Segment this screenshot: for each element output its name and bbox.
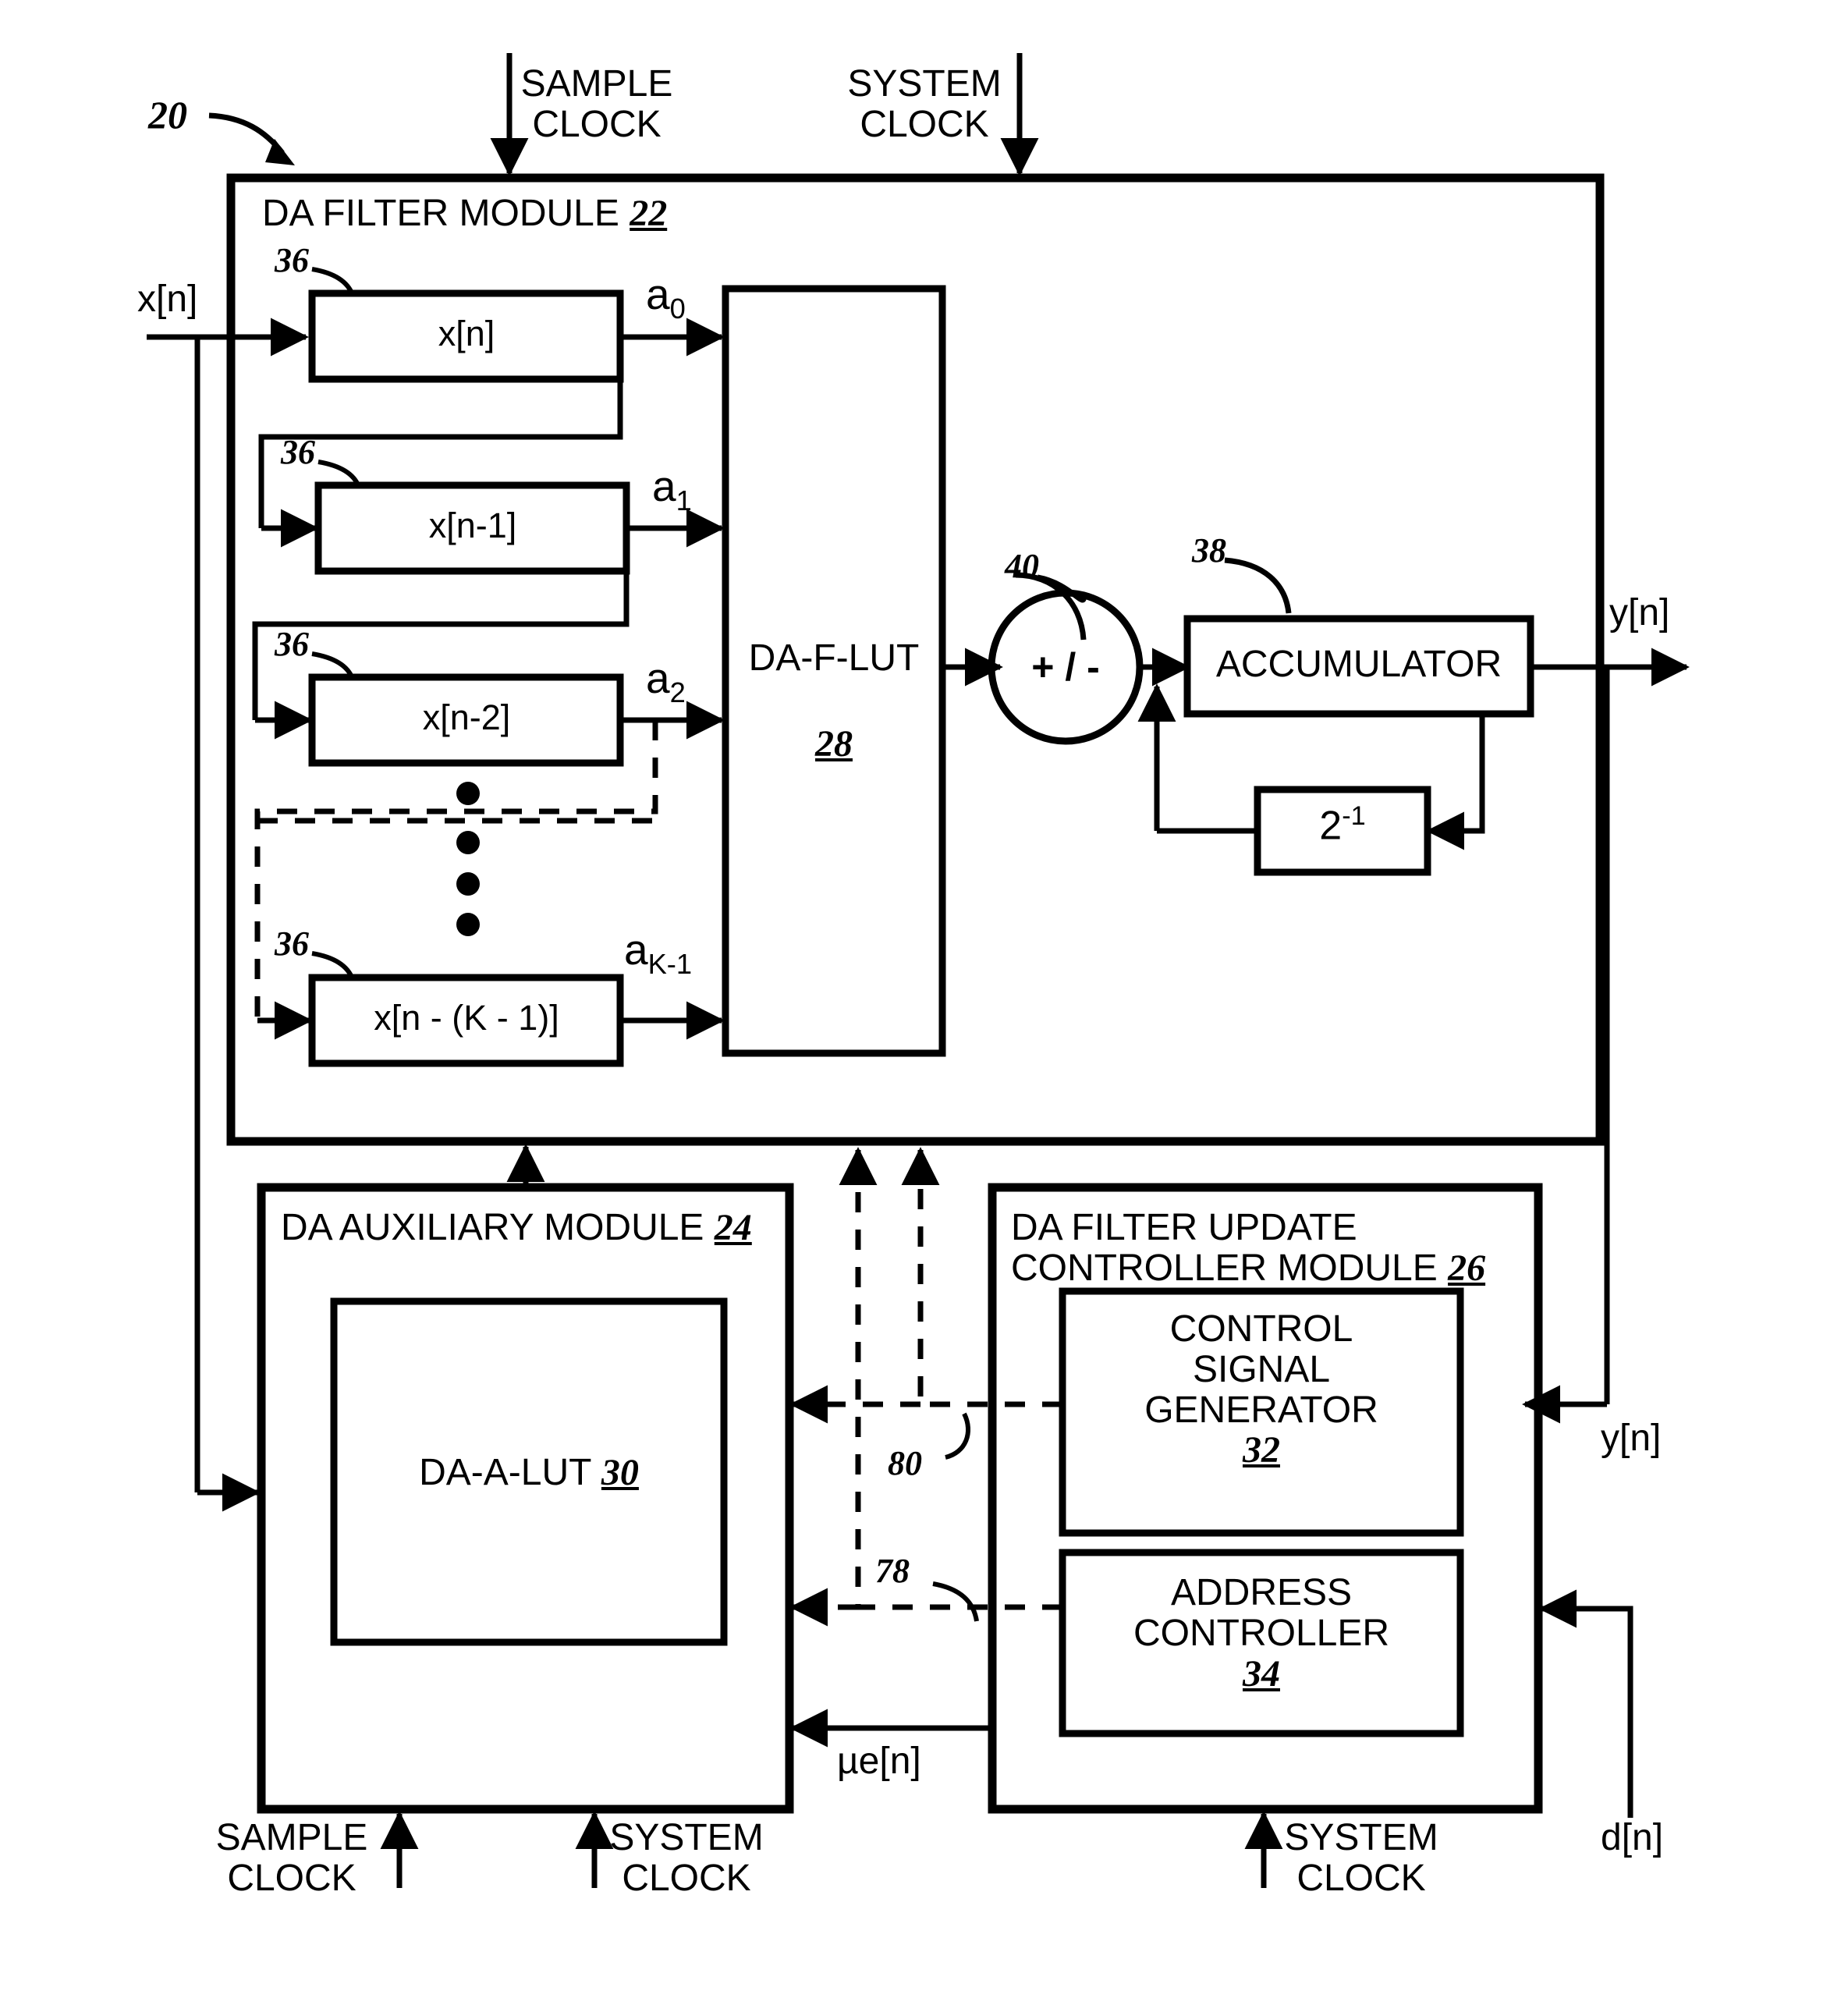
- da-auxiliary-module-title-text: DA AUXILIARY MODULE: [281, 1207, 704, 1248]
- da-auxiliary-module-title: DA AUXILIARY MODULE 24: [281, 1208, 752, 1248]
- dn-input-label: d[n]: [1601, 1817, 1664, 1858]
- xn-input-label: x[n]: [137, 279, 198, 320]
- delay-label-2: x[n-2]: [422, 697, 511, 737]
- accumulator-ref: 38: [1192, 531, 1226, 570]
- coef-a1-sub: 1: [676, 484, 692, 516]
- system-clock-line1: SYSTEM: [847, 63, 1002, 105]
- yn-controller-input-label: y[n]: [1601, 1418, 1662, 1459]
- aux-sample-clock-line1: SAMPLE: [215, 1817, 368, 1858]
- adder-ref: 40: [1005, 547, 1039, 585]
- csg-ref: 32: [1242, 1429, 1280, 1471]
- accum-feedback-tap: [1428, 714, 1485, 834]
- da-f-lut-label: DA-F-LUT: [748, 637, 920, 679]
- delay-label-k: x[n - (K - 1)]: [374, 998, 559, 1038]
- sample-clock-label-top: SAMPLE CLOCK: [521, 64, 673, 145]
- da-a-lut-ref: 30: [601, 1452, 639, 1493]
- aux-sample-clock-label: SAMPLE CLOCK: [216, 1818, 368, 1899]
- diagram-vector-layer: [147, 53, 1690, 1888]
- adder-label: + / -: [1031, 645, 1100, 689]
- coefficient-a1: a1: [652, 463, 692, 516]
- yn-output-label: y[n]: [1609, 592, 1670, 633]
- sample-clock-line1: SAMPLE: [520, 63, 673, 105]
- system-clock-label-top: SYSTEM CLOCK: [847, 64, 1001, 145]
- delay-ref-2: 36: [275, 625, 309, 663]
- da-a-lut-label: DA-A-LUT 30: [419, 1453, 639, 1493]
- coef-a0-sub: 0: [669, 293, 686, 325]
- addrctl-line1: ADDRESS: [1170, 1572, 1353, 1613]
- controller-system-clock-label: SYSTEM CLOCK: [1284, 1818, 1438, 1899]
- update-controller-module-title: DA FILTER UPDATE CONTROLLER MODULE 26: [1011, 1208, 1485, 1289]
- csg-line3: GENERATOR: [1144, 1389, 1378, 1431]
- vertical-ellipsis-dots: [456, 782, 480, 936]
- coef-a2-base: a: [646, 654, 670, 702]
- csg-line2: SIGNAL: [1192, 1348, 1331, 1390]
- coef-a1-base: a: [652, 462, 676, 510]
- da-filter-module-title-text: DA FILTER MODULE: [262, 193, 619, 234]
- da-auxiliary-module-ref: 24: [714, 1207, 752, 1248]
- dn-input-wire: [1543, 1606, 1633, 1818]
- system-clock-line2: CLOCK: [860, 103, 989, 145]
- da-f-lut-ref: 28: [815, 723, 853, 765]
- delay-ref-1: 36: [281, 433, 315, 471]
- update-controller-title-line2-text: CONTROLLER MODULE: [1011, 1247, 1438, 1289]
- csg-line1: CONTROL: [1169, 1308, 1353, 1350]
- aux-sample-clock-line2: CLOCK: [227, 1857, 356, 1899]
- controller-system-clock-line2: CLOCK: [1296, 1857, 1426, 1899]
- delay-label-1: x[n-1]: [428, 506, 517, 545]
- da-filter-module-title: DA FILTER MODULE 22: [262, 193, 667, 234]
- da-auxiliary-module-box: [257, 1183, 794, 1814]
- sample-clock-line2: CLOCK: [532, 103, 662, 145]
- ref-78-leader: [932, 1581, 979, 1622]
- mue-output-label: µe[n]: [837, 1741, 921, 1782]
- aux-system-clock-line2: CLOCK: [622, 1857, 751, 1899]
- delay-label-0: x[n]: [438, 314, 495, 353]
- ref-38-leader: [1224, 557, 1292, 614]
- coefficient-a2: a2: [646, 655, 686, 708]
- aux-system-clock-line1: SYSTEM: [609, 1817, 764, 1858]
- update-controller-title-line1: DA FILTER UPDATE: [1011, 1207, 1357, 1248]
- aux-system-clock-label: SYSTEM CLOCK: [609, 1818, 763, 1899]
- da-filter-module-ref: 22: [630, 193, 668, 234]
- figure-ref-number: 20: [148, 93, 187, 137]
- delay-2inv-exp: -1: [1342, 801, 1366, 831]
- accumulator-label: ACCUMULATOR: [1215, 644, 1502, 685]
- delay-2inv-base: 2: [1319, 803, 1343, 849]
- coef-a2-sub: 2: [669, 676, 686, 708]
- addrctl-line2: CONTROLLER: [1133, 1612, 1390, 1654]
- da-a-lut-label-text: DA-A-LUT: [419, 1452, 591, 1493]
- update-controller-title-line2: CONTROLLER MODULE 26: [1011, 1247, 1486, 1289]
- control-signal-generator-label: CONTROL SIGNAL GENERATOR 32: [1144, 1309, 1378, 1471]
- delay-2inv-label: 2-1: [1319, 801, 1366, 849]
- delay-ref-k: 36: [275, 924, 309, 963]
- coefficient-a0: a0: [646, 271, 686, 324]
- coef-aK1-base: a: [624, 925, 648, 974]
- patent-figure-canvas: 20 SAMPLE CLOCK SYSTEM CLOCK DA FILTER M…: [0, 0, 1848, 1998]
- coef-a0-base: a: [646, 270, 670, 318]
- address-controller-label: ADDRESS CONTROLLER 34: [1133, 1573, 1389, 1694]
- control-signal-bus-ref: 80: [888, 1444, 922, 1482]
- update-controller-module-ref: 26: [1448, 1247, 1486, 1289]
- coef-aK1-sub: K-1: [647, 948, 693, 980]
- delay-ref-0: 36: [275, 241, 309, 279]
- controller-system-clock-line1: SYSTEM: [1284, 1817, 1438, 1858]
- address-bus-ref: 78: [875, 1552, 910, 1590]
- coefficient-aK1: aK-1: [624, 925, 693, 980]
- ref-80-leader: [945, 1412, 971, 1460]
- addrctl-ref: 34: [1243, 1652, 1280, 1695]
